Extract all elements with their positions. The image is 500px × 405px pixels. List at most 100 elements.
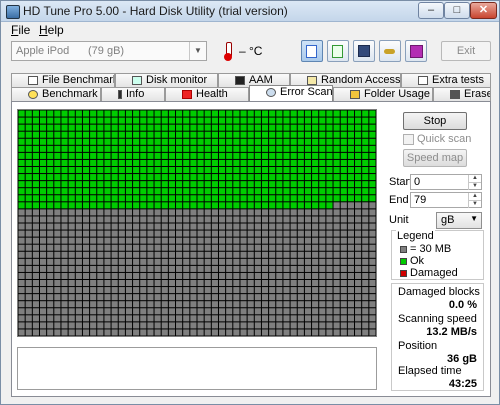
block-unscanned (140, 237, 147, 244)
block-ok (82, 138, 90, 145)
exit-button[interactable]: Exit (441, 41, 491, 61)
block-unscanned (312, 272, 319, 279)
spin-up-icon[interactable]: ▲ (468, 193, 481, 200)
tab-disk-monitor[interactable]: Disk monitor (115, 73, 218, 87)
block-unscanned (82, 237, 90, 244)
block-unscanned (355, 244, 362, 251)
block-unscanned (104, 216, 111, 223)
temperature-readout: – °C (239, 44, 263, 58)
block-ok (226, 159, 233, 166)
block-unscanned (247, 315, 254, 322)
menu-help[interactable]: Help (39, 23, 64, 37)
block-ok (247, 188, 254, 195)
end-field[interactable]: 79 ▲ ▼ (410, 192, 482, 208)
block-unscanned (161, 209, 168, 216)
block-ok (161, 110, 168, 117)
block-ok (247, 202, 254, 209)
block-ok (75, 131, 82, 138)
block-unscanned (161, 280, 168, 287)
block-unscanned (140, 329, 147, 336)
block-ok (90, 131, 97, 138)
block-unscanned (39, 251, 47, 258)
tab-error-scan[interactable]: Error Scan (249, 85, 333, 101)
spin-down-icon[interactable]: ▼ (468, 200, 481, 208)
block-ok (82, 159, 90, 166)
tab-folder-usage[interactable]: Folder Usage (333, 87, 433, 101)
block-unscanned (283, 258, 290, 265)
block-unscanned (140, 244, 147, 251)
block-unscanned (355, 301, 362, 308)
block-unscanned (276, 265, 283, 272)
tab-info[interactable]: Info (101, 87, 165, 101)
speed-map-button[interactable]: Speed map (403, 149, 467, 167)
tab-extra-tests[interactable]: Extra tests (401, 73, 491, 87)
spin-down-icon[interactable]: ▼ (468, 182, 481, 190)
block-unscanned (90, 280, 97, 287)
block-unscanned (32, 294, 39, 301)
block-ok (326, 167, 333, 174)
block-ok (226, 174, 233, 181)
start-field[interactable]: 0 ▲ ▼ (410, 174, 482, 190)
options-button[interactable] (379, 40, 401, 62)
menu-file[interactable]: File (11, 23, 30, 37)
block-unscanned (297, 230, 304, 237)
block-ok (290, 202, 297, 209)
tab-benchmark[interactable]: Benchmark (11, 87, 101, 101)
tab-file-benchmark[interactable]: File Benchmark (11, 73, 115, 87)
block-unscanned (75, 322, 82, 329)
exit-icon-button[interactable] (405, 40, 427, 62)
block-ok (140, 131, 147, 138)
block-ok (369, 195, 376, 202)
save-button[interactable] (353, 40, 375, 62)
block-unscanned (362, 223, 369, 230)
block-ok (111, 188, 118, 195)
block-unscanned (197, 272, 204, 279)
damaged-blocks-value: 0.0 % (448, 299, 477, 311)
block-ok (333, 152, 340, 159)
block-unscanned (68, 230, 75, 237)
block-unscanned (154, 329, 161, 336)
block-unscanned (54, 315, 61, 322)
block-ok (276, 152, 283, 159)
quick-scan-checkbox[interactable] (403, 134, 414, 145)
block-ok (18, 202, 25, 209)
block-ok (362, 110, 369, 117)
block-ok (283, 167, 290, 174)
block-ok (226, 181, 233, 188)
unit-select[interactable]: gB ▼ (436, 212, 482, 229)
block-unscanned (104, 265, 111, 272)
stop-button[interactable]: Stop (403, 112, 467, 130)
tab-erase[interactable]: Erase (433, 87, 491, 101)
block-unscanned (18, 294, 25, 301)
block-unscanned (140, 287, 147, 294)
block-unscanned (133, 237, 140, 244)
block-unscanned (32, 329, 39, 336)
block-unscanned (247, 223, 254, 230)
close-button[interactable]: ✕ (470, 2, 497, 19)
minimize-button[interactable]: – (418, 2, 444, 19)
block-unscanned (347, 280, 355, 287)
block-unscanned (18, 230, 25, 237)
block-ok (247, 181, 254, 188)
block-ok (111, 195, 118, 202)
block-unscanned (190, 251, 197, 258)
spin-up-icon[interactable]: ▲ (468, 175, 481, 182)
block-unscanned (82, 258, 90, 265)
block-ok (254, 152, 261, 159)
drive-select[interactable]: Apple iPod (79 gB) ▼ (11, 41, 207, 61)
block-unscanned (326, 230, 333, 237)
block-unscanned (211, 329, 218, 336)
block-ok (61, 195, 68, 202)
block-unscanned (355, 329, 362, 336)
copy-info-button[interactable] (301, 40, 323, 62)
save-icon (358, 45, 370, 57)
block-ok (32, 181, 39, 188)
copy-screenshot-button[interactable] (327, 40, 349, 62)
block-unscanned (226, 223, 233, 230)
block-unscanned (233, 223, 240, 230)
maximize-button[interactable]: □ (444, 2, 470, 19)
position-label: Position (398, 340, 438, 352)
block-ok (118, 181, 125, 188)
block-unscanned (204, 308, 211, 315)
tab-health[interactable]: Health (165, 87, 249, 101)
